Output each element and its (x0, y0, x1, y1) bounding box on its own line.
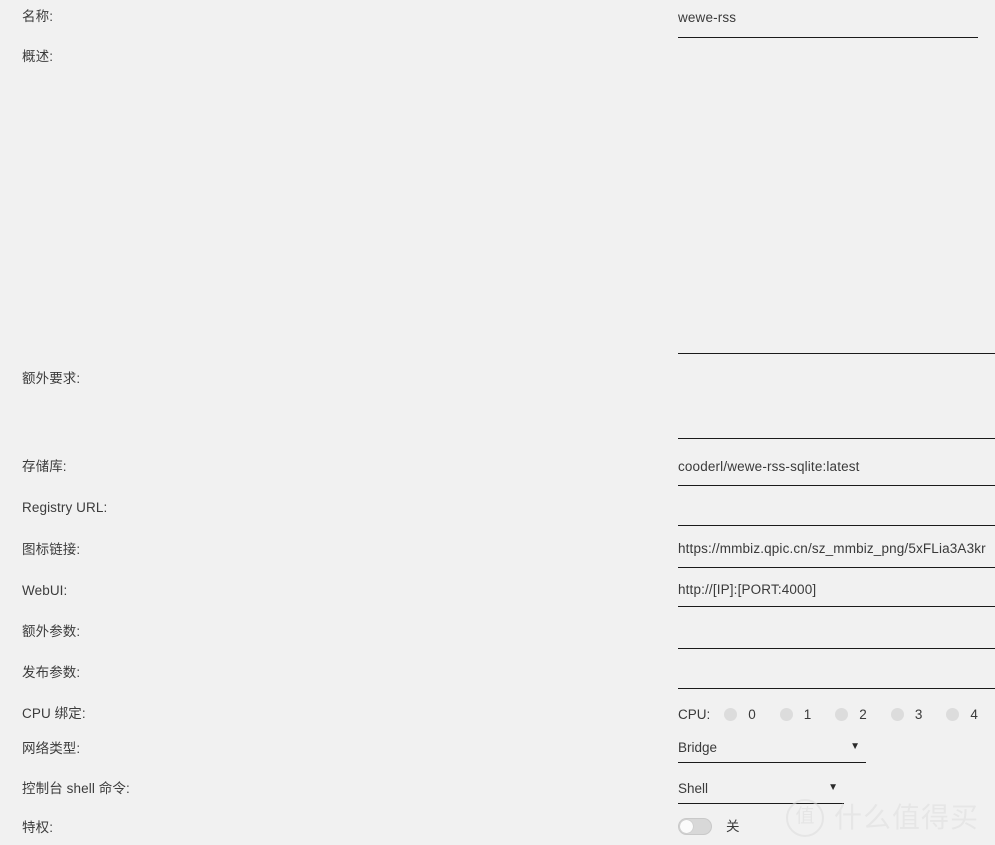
radio-icon[interactable] (946, 707, 960, 721)
textarea-description[interactable] (678, 44, 995, 354)
radio-icon[interactable] (835, 707, 849, 721)
select-network-type-value: Bridge (678, 740, 718, 755)
form-row-console-shell: 控制台 shell 命令: Shell ▼ (0, 779, 995, 807)
chevron-down-icon[interactable]: ▼ (828, 783, 838, 793)
input-publish-params[interactable] (678, 659, 995, 689)
label-repository: 存储库: (22, 459, 67, 474)
cpu-binding-group: CPU: 0 1 2 3 4 (678, 703, 995, 725)
input-registry-url[interactable] (678, 493, 995, 526)
textarea-extra-requirements[interactable] (678, 354, 995, 439)
cpu-option-4-label: 4 (970, 706, 978, 722)
cpu-option-3-label: 3 (914, 706, 923, 722)
container-settings-form: 名称: wewe-rss 概述: 额外要求: 存储库: cooderl/wewe… (0, 0, 995, 845)
label-console-shell: 控制台 shell 命令: (22, 781, 130, 796)
input-name[interactable]: wewe-rss (678, 4, 978, 38)
toggle-privileged-state: 关 (726, 818, 740, 834)
label-webui: WebUI: (22, 583, 68, 598)
input-repository[interactable]: cooderl/wewe-rss-sqlite:latest (678, 453, 995, 486)
input-webui-value: http://[IP]:[PORT:4000] (678, 582, 817, 597)
radio-icon[interactable] (724, 707, 738, 721)
label-cpu-binding: CPU 绑定: (22, 706, 86, 721)
cpu-option-0-label: 0 (748, 706, 756, 722)
select-console-shell-value: Shell (678, 781, 709, 796)
input-repository-value: cooderl/wewe-rss-sqlite:latest (678, 459, 860, 474)
radio-icon[interactable] (890, 707, 904, 721)
toggle-knob (680, 820, 693, 833)
cpu-option-1[interactable]: 1 (779, 706, 812, 722)
label-privileged: 特权: (22, 820, 54, 835)
cpu-option-0[interactable]: 0 (724, 706, 756, 722)
label-icon-url: 图标链接: (22, 542, 81, 557)
cpu-option-4[interactable]: 4 (946, 706, 978, 722)
input-webui[interactable]: http://[IP]:[PORT:4000] (678, 576, 995, 607)
toggle-privileged[interactable]: 关 (678, 818, 740, 835)
chevron-down-icon[interactable]: ▼ (850, 742, 860, 752)
cpu-caption: CPU: (678, 706, 711, 722)
radio-icon[interactable] (779, 707, 793, 721)
label-registry-url: Registry URL: (22, 500, 108, 515)
cpu-option-2[interactable]: 2 (835, 706, 867, 722)
label-name: 名称: (22, 9, 54, 24)
label-publish-params: 发布参数: (22, 665, 81, 680)
cpu-option-3[interactable]: 3 (890, 706, 923, 722)
form-row-network-type: 网络类型: Bridge ▼ (0, 738, 995, 766)
label-extra-params: 额外参数: (22, 624, 81, 639)
select-console-shell[interactable]: Shell ▼ (678, 776, 844, 804)
input-icon-url-value: https://mmbiz.qpic.cn/sz_mmbiz_png/5xFLi… (678, 541, 986, 556)
label-extra-requirements: 额外要求: (22, 371, 81, 386)
label-description: 概述: (22, 49, 54, 64)
cpu-option-1-label: 1 (803, 706, 812, 722)
toggle-switch-icon[interactable] (678, 818, 712, 835)
label-network-type: 网络类型: (22, 741, 81, 756)
cpu-option-2-label: 2 (859, 706, 867, 722)
input-name-value: wewe-rss (678, 10, 737, 25)
input-extra-params[interactable] (678, 618, 995, 649)
input-icon-url[interactable]: https://mmbiz.qpic.cn/sz_mmbiz_png/5xFLi… (678, 535, 995, 568)
select-network-type[interactable]: Bridge ▼ (678, 735, 866, 763)
